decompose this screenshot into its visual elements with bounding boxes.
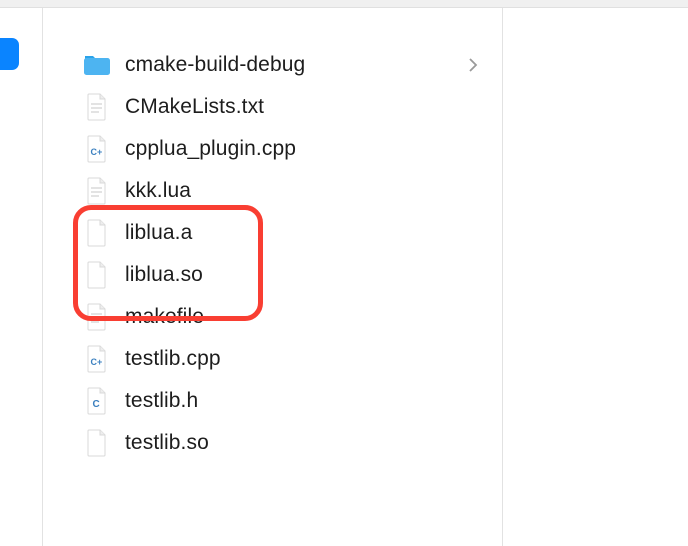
file-row[interactable]: C+ cpplua_plugin.cpp (83, 128, 502, 170)
blank-file-icon (83, 219, 111, 247)
svg-text:C+: C+ (91, 357, 103, 367)
text-file-icon (83, 177, 111, 205)
blank-file-icon (83, 261, 111, 289)
c-file-icon: C (83, 387, 111, 415)
file-row[interactable]: liblua.a (83, 212, 502, 254)
file-name-label: makefile (125, 305, 204, 329)
file-name-label: kkk.lua (125, 179, 191, 203)
file-name-label: liblua.so (125, 263, 203, 287)
file-name-label: cmake-build-debug (125, 53, 305, 77)
text-file-icon (83, 93, 111, 121)
file-name-label: cpplua_plugin.cpp (125, 137, 296, 161)
blank-file-icon (83, 429, 111, 457)
file-row[interactable]: C+ testlib.cpp (83, 338, 502, 380)
file-name-label: liblua.a (125, 221, 192, 245)
file-list-column: cmake-build-debug CMakeLists.txt C+ (43, 8, 503, 546)
file-name-label: testlib.h (125, 389, 198, 413)
cpp-file-icon: C+ (83, 345, 111, 373)
file-name-label: testlib.so (125, 431, 209, 455)
file-row[interactable]: CMakeLists.txt (83, 86, 502, 128)
file-row[interactable]: testlib.so (83, 422, 502, 464)
file-row[interactable]: makefile (83, 296, 502, 338)
folder-icon (83, 51, 111, 79)
selected-sidebar-indicator[interactable] (0, 38, 19, 70)
file-row-folder[interactable]: cmake-build-debug (83, 44, 502, 86)
file-name-label: testlib.cpp (125, 347, 221, 371)
svg-text:C: C (93, 399, 100, 410)
chevron-right-icon (468, 58, 478, 72)
svg-text:C+: C+ (91, 147, 103, 157)
file-name-label: CMakeLists.txt (125, 95, 264, 119)
file-row[interactable]: liblua.so (83, 254, 502, 296)
cpp-file-icon: C+ (83, 135, 111, 163)
window-titlebar (0, 0, 688, 8)
text-file-icon (83, 303, 111, 331)
file-row[interactable]: kkk.lua (83, 170, 502, 212)
file-row[interactable]: C testlib.h (83, 380, 502, 422)
